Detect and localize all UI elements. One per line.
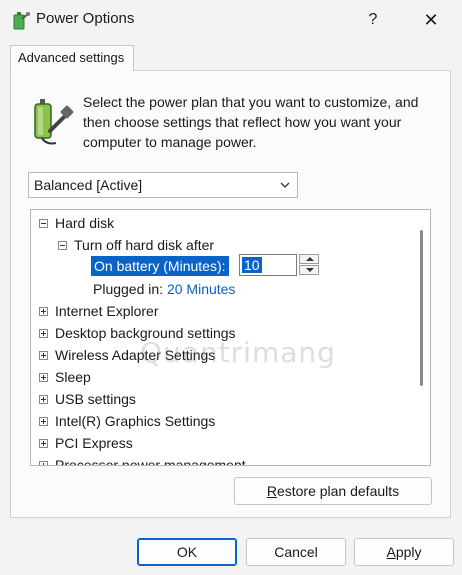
plan-select-value: Balanced [Active]: [34, 177, 143, 193]
collapse-icon[interactable]: [58, 241, 67, 250]
window-title: Power Options: [36, 10, 135, 27]
spin-up-button[interactable]: [299, 254, 319, 264]
plan-select[interactable]: Balanced [Active]: [28, 172, 298, 198]
expand-icon[interactable]: [39, 307, 48, 316]
on-battery-stepper[interactable]: 10: [239, 254, 321, 276]
expand-icon[interactable]: [39, 461, 48, 465]
restore-label: estore plan defaults: [276, 483, 400, 499]
apply-mnemonic: A: [386, 544, 396, 560]
plugged-in-row[interactable]: Plugged in: 20 Minutes: [93, 278, 235, 300]
tree-item-label: Hard disk: [55, 215, 115, 231]
on-battery-value: 10: [242, 257, 262, 273]
plan-description: Select the power plan that you want to c…: [83, 94, 419, 150]
apply-label: pply: [395, 544, 422, 560]
tree-item-label: Processor power management: [55, 457, 246, 466]
spin-up-icon: [306, 257, 314, 261]
tree-scroll-thumb[interactable]: [420, 230, 423, 386]
help-icon: ?: [368, 11, 378, 28]
expand-icon[interactable]: [39, 439, 48, 448]
tree-item-label: Wireless Adapter Settings: [55, 347, 216, 363]
close-icon: ✕: [423, 10, 439, 30]
expand-icon[interactable]: [39, 351, 48, 360]
cancel-button[interactable]: Cancel: [246, 538, 346, 566]
chevron-down-icon: [280, 182, 290, 188]
collapse-icon[interactable]: [39, 219, 48, 228]
battery-plug-icon: [34, 99, 74, 145]
tree-scrollbar[interactable]: [414, 210, 430, 465]
restore-plan-defaults-button[interactable]: Restore plan defaults: [234, 477, 432, 505]
apply-button[interactable]: Apply: [354, 538, 454, 566]
spin-down-icon: [306, 268, 314, 272]
ok-button[interactable]: OK: [137, 538, 237, 566]
close-button[interactable]: ✕: [414, 5, 448, 35]
tree-item-label: PCI Express: [55, 435, 133, 451]
settings-tree[interactable]: Hard disk Turn off hard disk after On ba…: [30, 209, 431, 466]
plugged-in-value[interactable]: 20 Minutes: [167, 281, 235, 297]
plugged-in-label: Plugged in:: [93, 281, 164, 297]
tree-item-label: Intel(R) Graphics Settings: [55, 413, 216, 429]
restore-mnemonic: R: [266, 483, 277, 499]
spin-down-button[interactable]: [299, 265, 319, 275]
expand-icon[interactable]: [39, 417, 48, 426]
tree-item-label: Turn off hard disk after: [74, 237, 215, 253]
expand-icon[interactable]: [39, 329, 48, 338]
expand-icon[interactable]: [39, 373, 48, 382]
tree-item-label: Desktop background settings: [55, 325, 236, 341]
tree-item-label: Sleep: [55, 369, 91, 385]
help-button[interactable]: ?: [358, 5, 388, 35]
tree-item-label: USB settings: [55, 391, 136, 407]
tab-advanced-settings[interactable]: Advanced settings: [10, 45, 134, 71]
on-battery-input[interactable]: 10: [239, 254, 297, 276]
on-battery-label[interactable]: On battery (Minutes):: [91, 256, 229, 276]
tree-item-label: Internet Explorer: [55, 303, 159, 319]
expand-icon[interactable]: [39, 395, 48, 404]
power-options-icon: [13, 12, 30, 30]
